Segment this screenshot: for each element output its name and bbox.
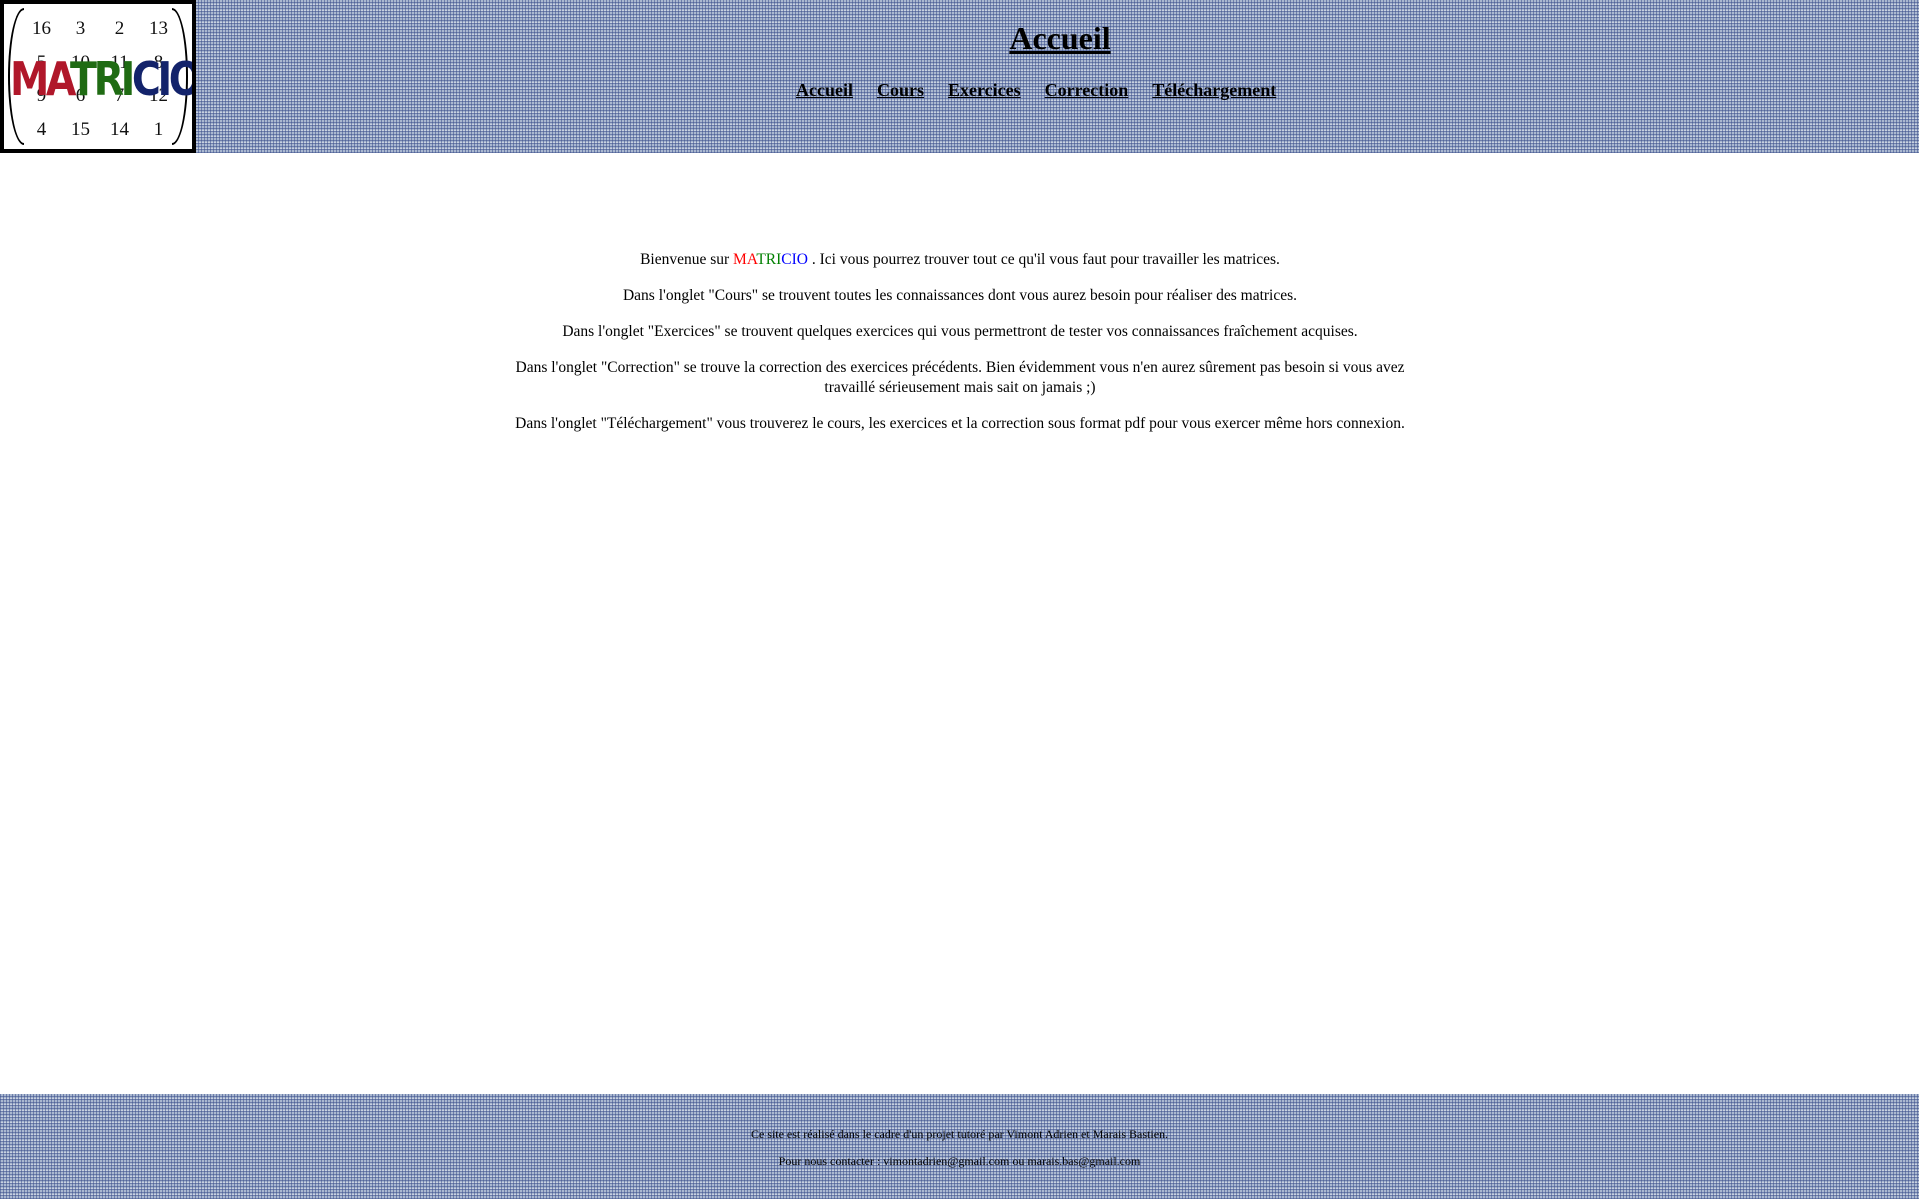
paragraph-exercices: Dans l'onglet "Exercices" se trouvent qu… <box>562 323 1358 340</box>
footer-contact: Pour nous contacter : vimontadrien@gmail… <box>778 1154 1141 1168</box>
intro-paragraph: Bienvenue sur MATRICIO . Ici vous pourre… <box>490 250 1430 270</box>
logo-wordmark: MATRICIO <box>10 52 192 106</box>
paragraph-correction: Dans l'onglet "Correction" se trouve la … <box>515 359 1405 396</box>
logo-word-part-ma: MA <box>10 52 73 106</box>
page-title: Accueil <box>1009 20 1111 56</box>
matrix-cell: 14 <box>110 119 129 141</box>
intro-suffix: . Ici vous pourrez trouver tout ce qu'il… <box>807 251 1280 268</box>
logo-word-part-tri: TRI <box>70 52 135 106</box>
brand-part-tri: TRI <box>756 251 782 268</box>
paragraph-telechargement: Dans l'onglet "Téléchargement" vous trou… <box>515 415 1405 432</box>
main-content: Bienvenue sur MATRICIO . Ici vous pourre… <box>490 250 1430 450</box>
nav-link-correction[interactable]: Correction <box>1045 80 1129 101</box>
nav-link-cours[interactable]: Cours <box>877 80 924 101</box>
matrix-cell: 13 <box>149 17 168 39</box>
nav-link-telechargement[interactable]: Téléchargement <box>1152 80 1276 101</box>
matrix-cell: 15 <box>71 119 90 141</box>
brand-part-ma: MA <box>733 251 757 268</box>
footer-credit: Ce site est réalisé dans le cadre d'un p… <box>750 1127 1169 1141</box>
footer-banner: Ce site est réalisé dans le cadre d'un p… <box>0 1094 1919 1199</box>
nav-link-accueil[interactable]: Accueil <box>796 80 853 101</box>
matrix-cell: 1 <box>153 119 164 141</box>
header-banner: 16 3 2 13 5 10 11 8 9 6 7 12 4 15 14 1 M… <box>0 0 1919 153</box>
paragraph-cours: Dans l'onglet "Cours" se trouvent toutes… <box>622 287 1298 304</box>
logo-word-part-cio: CIO <box>131 52 196 106</box>
main-nav: Accueil Cours Exercices Correction Téléc… <box>796 80 1276 101</box>
brand-part-cio: CIO <box>781 251 808 268</box>
intro-prefix: Bienvenue sur <box>640 251 734 268</box>
matrix-cell: 2 <box>114 17 125 39</box>
matrix-cell: 3 <box>75 17 86 39</box>
nav-link-exercices[interactable]: Exercices <box>948 80 1021 101</box>
matrix-cell: 4 <box>36 119 47 141</box>
site-logo[interactable]: 16 3 2 13 5 10 11 8 9 6 7 12 4 15 14 1 M… <box>0 0 196 153</box>
matrix-cell: 16 <box>32 17 51 39</box>
